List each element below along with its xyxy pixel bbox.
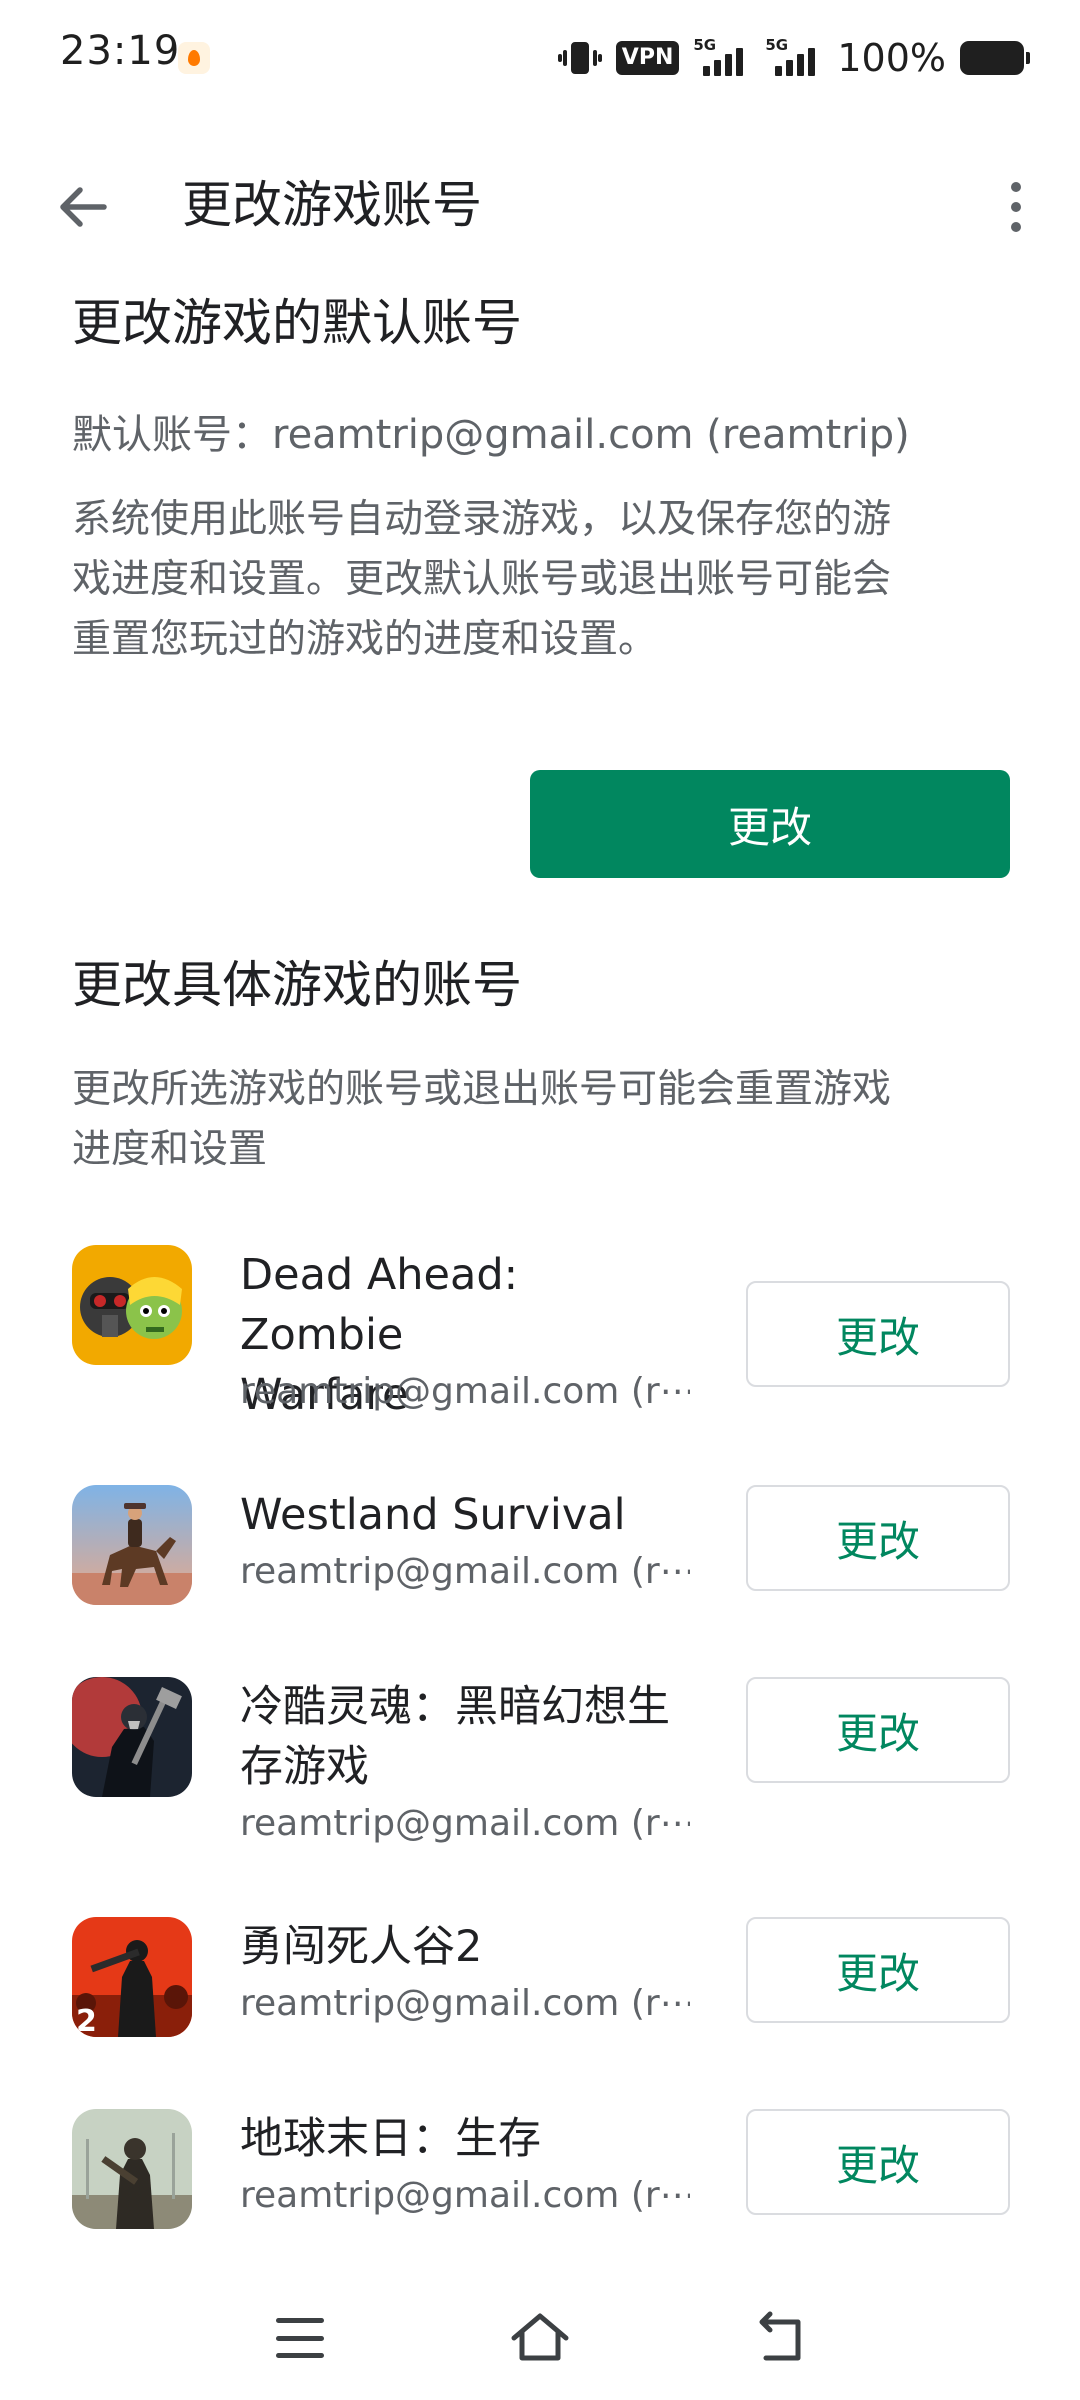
vibrate-icon	[557, 40, 602, 76]
back-icon[interactable]	[756, 2308, 812, 2368]
last-day-on-earth-icon	[72, 2109, 192, 2229]
game-name-line: 勇闯死人谷2	[240, 1922, 483, 1972]
home-icon[interactable]	[508, 2306, 572, 2370]
game-name: Westland Survival	[240, 1485, 690, 1545]
change-game-account-button[interactable]: 更改	[746, 1281, 1010, 1387]
change-game-account-button[interactable]: 更改	[746, 2109, 1010, 2215]
specific-section-description: 更改所选游戏的账号或退出账号可能会重置游戏 进度和设置	[72, 1060, 992, 1180]
game-account: reamtrip@gmail.com (r⋯	[240, 1371, 690, 1412]
game-account: reamtrip@gmail.com (r⋯	[240, 1803, 690, 1844]
game-name: 冷酷灵魂：黑暗幻想生 存游戏	[240, 1677, 690, 1797]
westland-survival-icon	[72, 1485, 192, 1605]
menu-icon[interactable]	[276, 2318, 324, 2358]
dead-ahead-icon	[72, 1245, 192, 1365]
game-name-line: 冷酷灵魂：黑暗幻想生	[240, 1682, 670, 1732]
system-nav-bar	[0, 2290, 1080, 2400]
default-section-title: 更改游戏的默认账号	[72, 294, 522, 352]
game-name-line: 存游戏	[240, 1742, 369, 1792]
battery-icon	[960, 41, 1030, 75]
status-indicators: VPN 5G 5G 100%	[557, 30, 1030, 86]
change-game-account-button[interactable]: 更改	[746, 1677, 1010, 1783]
page: 23:19 VPN 5G 5G 100% 更改游戏账号 更改游戏的默认账号 默认…	[0, 0, 1080, 2400]
game-name-line: Westland Survival	[240, 1490, 626, 1540]
back-button[interactable]	[48, 172, 118, 242]
specific-section-title: 更改具体游戏的账号	[72, 956, 522, 1014]
into-the-dead-2-icon: 2	[72, 1917, 192, 2037]
change-default-account-button[interactable]: 更改	[530, 770, 1010, 878]
game-name-line: 地球末日：生存	[240, 2114, 541, 2164]
vpn-badge: VPN	[615, 41, 680, 75]
app-bar: 更改游戏账号	[0, 150, 1080, 260]
default-section-description: 系统使用此账号自动登录游戏，以及保存您的游 戏进度和设置。更改默认账号或退出账号…	[72, 490, 992, 670]
more-options-button[interactable]	[996, 172, 1036, 242]
description-line: 戏进度和设置。更改默认账号或退出账号可能会	[72, 557, 892, 602]
game-name: 勇闯死人谷2	[240, 1917, 690, 1977]
page-title: 更改游戏账号	[182, 176, 482, 234]
status-time: 23:19	[60, 28, 181, 74]
signal-icon: 5G	[765, 36, 823, 80]
battery-percent: 100%	[837, 36, 946, 80]
description-line: 进度和设置	[72, 1127, 268, 1172]
description-line: 重置您玩过的游戏的进度和设置。	[72, 617, 658, 662]
more-vert-icon	[1011, 182, 1021, 192]
signal-icon: 5G	[693, 36, 751, 80]
game-name-line: Dead Ahead: Zombie	[240, 1250, 519, 1360]
game-account: reamtrip@gmail.com (r⋯	[240, 2175, 690, 2216]
grim-soul-icon	[72, 1677, 192, 1797]
change-game-account-button[interactable]: 更改	[746, 1917, 1010, 2023]
notification-app-icon	[178, 42, 210, 74]
status-bar: 23:19 VPN 5G 5G 100%	[0, 0, 1080, 120]
description-line: 系统使用此账号自动登录游戏，以及保存您的游	[72, 497, 892, 542]
change-game-account-button[interactable]: 更改	[746, 1485, 1010, 1591]
game-account: reamtrip@gmail.com (r⋯	[240, 1551, 690, 1592]
default-account-line: 默认账号：reamtrip@gmail.com (reamtrip)	[72, 412, 910, 458]
game-account: reamtrip@gmail.com (r⋯	[240, 1983, 690, 2024]
svg-text:2: 2	[76, 2004, 97, 2037]
description-line: 更改所选游戏的账号或退出账号可能会重置游戏	[72, 1067, 892, 1112]
arrow-back-icon	[60, 187, 107, 227]
game-name: 地球末日：生存	[240, 2109, 690, 2169]
